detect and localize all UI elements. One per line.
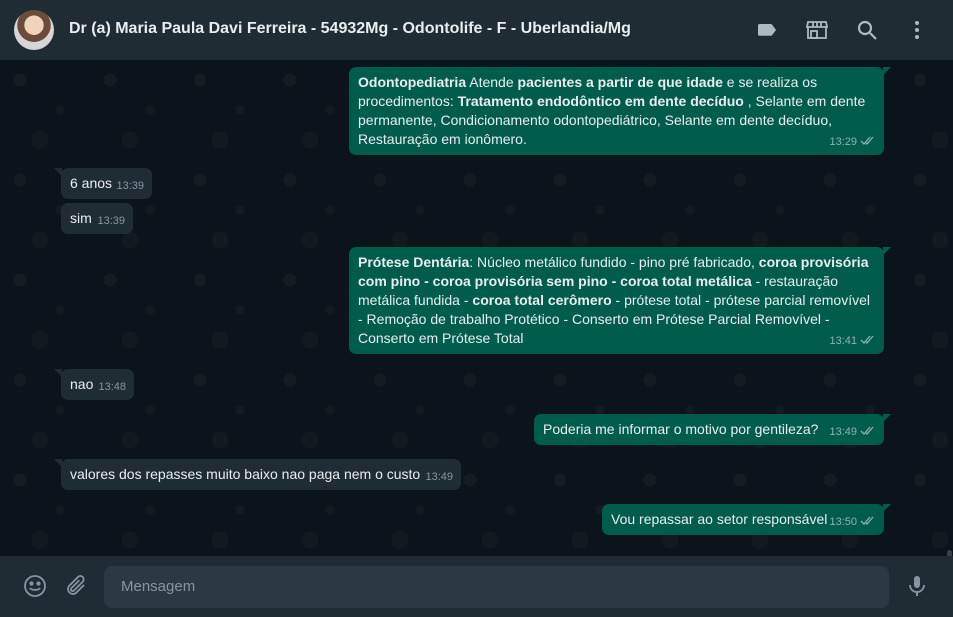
message-outgoing[interactable]: Poderia me informar o motivo por gentile…	[534, 414, 891, 445]
message-meta: 13:41	[829, 332, 876, 351]
contact-name[interactable]: Dr (a) Maria Paula Davi Ferreira - 54932…	[69, 20, 631, 38]
microphone-icon[interactable]	[905, 574, 929, 598]
double-check-icon	[860, 335, 874, 344]
message-text: Poderia me informar o motivo por gentile…	[543, 421, 819, 437]
composer: Mensagem	[0, 556, 953, 617]
message-meta: 13:50	[829, 513, 876, 532]
message-time: 13:39	[97, 215, 125, 227]
message-text: nao	[70, 376, 94, 392]
search-icon[interactable]	[855, 18, 879, 42]
double-check-icon	[860, 426, 874, 435]
message-time: 13:29	[829, 136, 857, 148]
menu-icon[interactable]	[905, 18, 929, 42]
label-icon[interactable]	[755, 18, 779, 42]
message-text: valores dos repasses muito baixo nao pag…	[70, 466, 421, 482]
message-time: 13:49	[425, 471, 453, 483]
message-text: Vou repassar ao setor responsável	[611, 511, 828, 527]
double-check-icon	[860, 136, 874, 145]
message-input[interactable]: Mensagem	[104, 566, 889, 608]
store-icon[interactable]	[805, 18, 829, 42]
message-outgoing[interactable]: Odontopediatria Atende pacientes a parti…	[349, 67, 891, 155]
chat-header: Dr (a) Maria Paula Davi Ferreira - 54932…	[0, 0, 953, 60]
message-time: 13:50	[829, 516, 857, 528]
message-meta: 13:49	[829, 423, 876, 442]
message-incoming[interactable]: nao 13:48	[54, 369, 134, 400]
message-text: 6 anos	[70, 175, 113, 191]
message-incoming[interactable]: 6 anos 13:39	[54, 168, 152, 199]
message-time: 13:49	[829, 426, 857, 438]
emoji-icon[interactable]	[23, 574, 47, 598]
message-time: 13:41	[829, 335, 857, 347]
attach-icon[interactable]	[64, 574, 88, 598]
message-text: Odontopediatria Atende pacientes a parti…	[358, 74, 866, 147]
chat-area[interactable]: Odontopediatria Atende pacientes a parti…	[0, 60, 953, 556]
message-text: sim	[70, 210, 92, 226]
message-outgoing[interactable]: Prótese Dentária: Núcleo metálico fundid…	[349, 247, 891, 354]
message-incoming[interactable]: sim 13:39	[61, 203, 133, 234]
double-check-icon	[860, 516, 874, 525]
message-input-placeholder: Mensagem	[121, 578, 196, 595]
message-text: Prótese Dentária: Núcleo metálico fundid…	[358, 254, 871, 346]
message-meta: 13:29	[829, 133, 876, 152]
message-time: 13:39	[116, 180, 144, 192]
message-outgoing[interactable]: Vou repassar ao setor responsável 13:50	[602, 504, 891, 535]
contact-avatar[interactable]	[14, 10, 54, 50]
message-incoming[interactable]: valores dos repasses muito baixo nao pag…	[54, 459, 461, 490]
message-time: 13:48	[98, 381, 126, 393]
